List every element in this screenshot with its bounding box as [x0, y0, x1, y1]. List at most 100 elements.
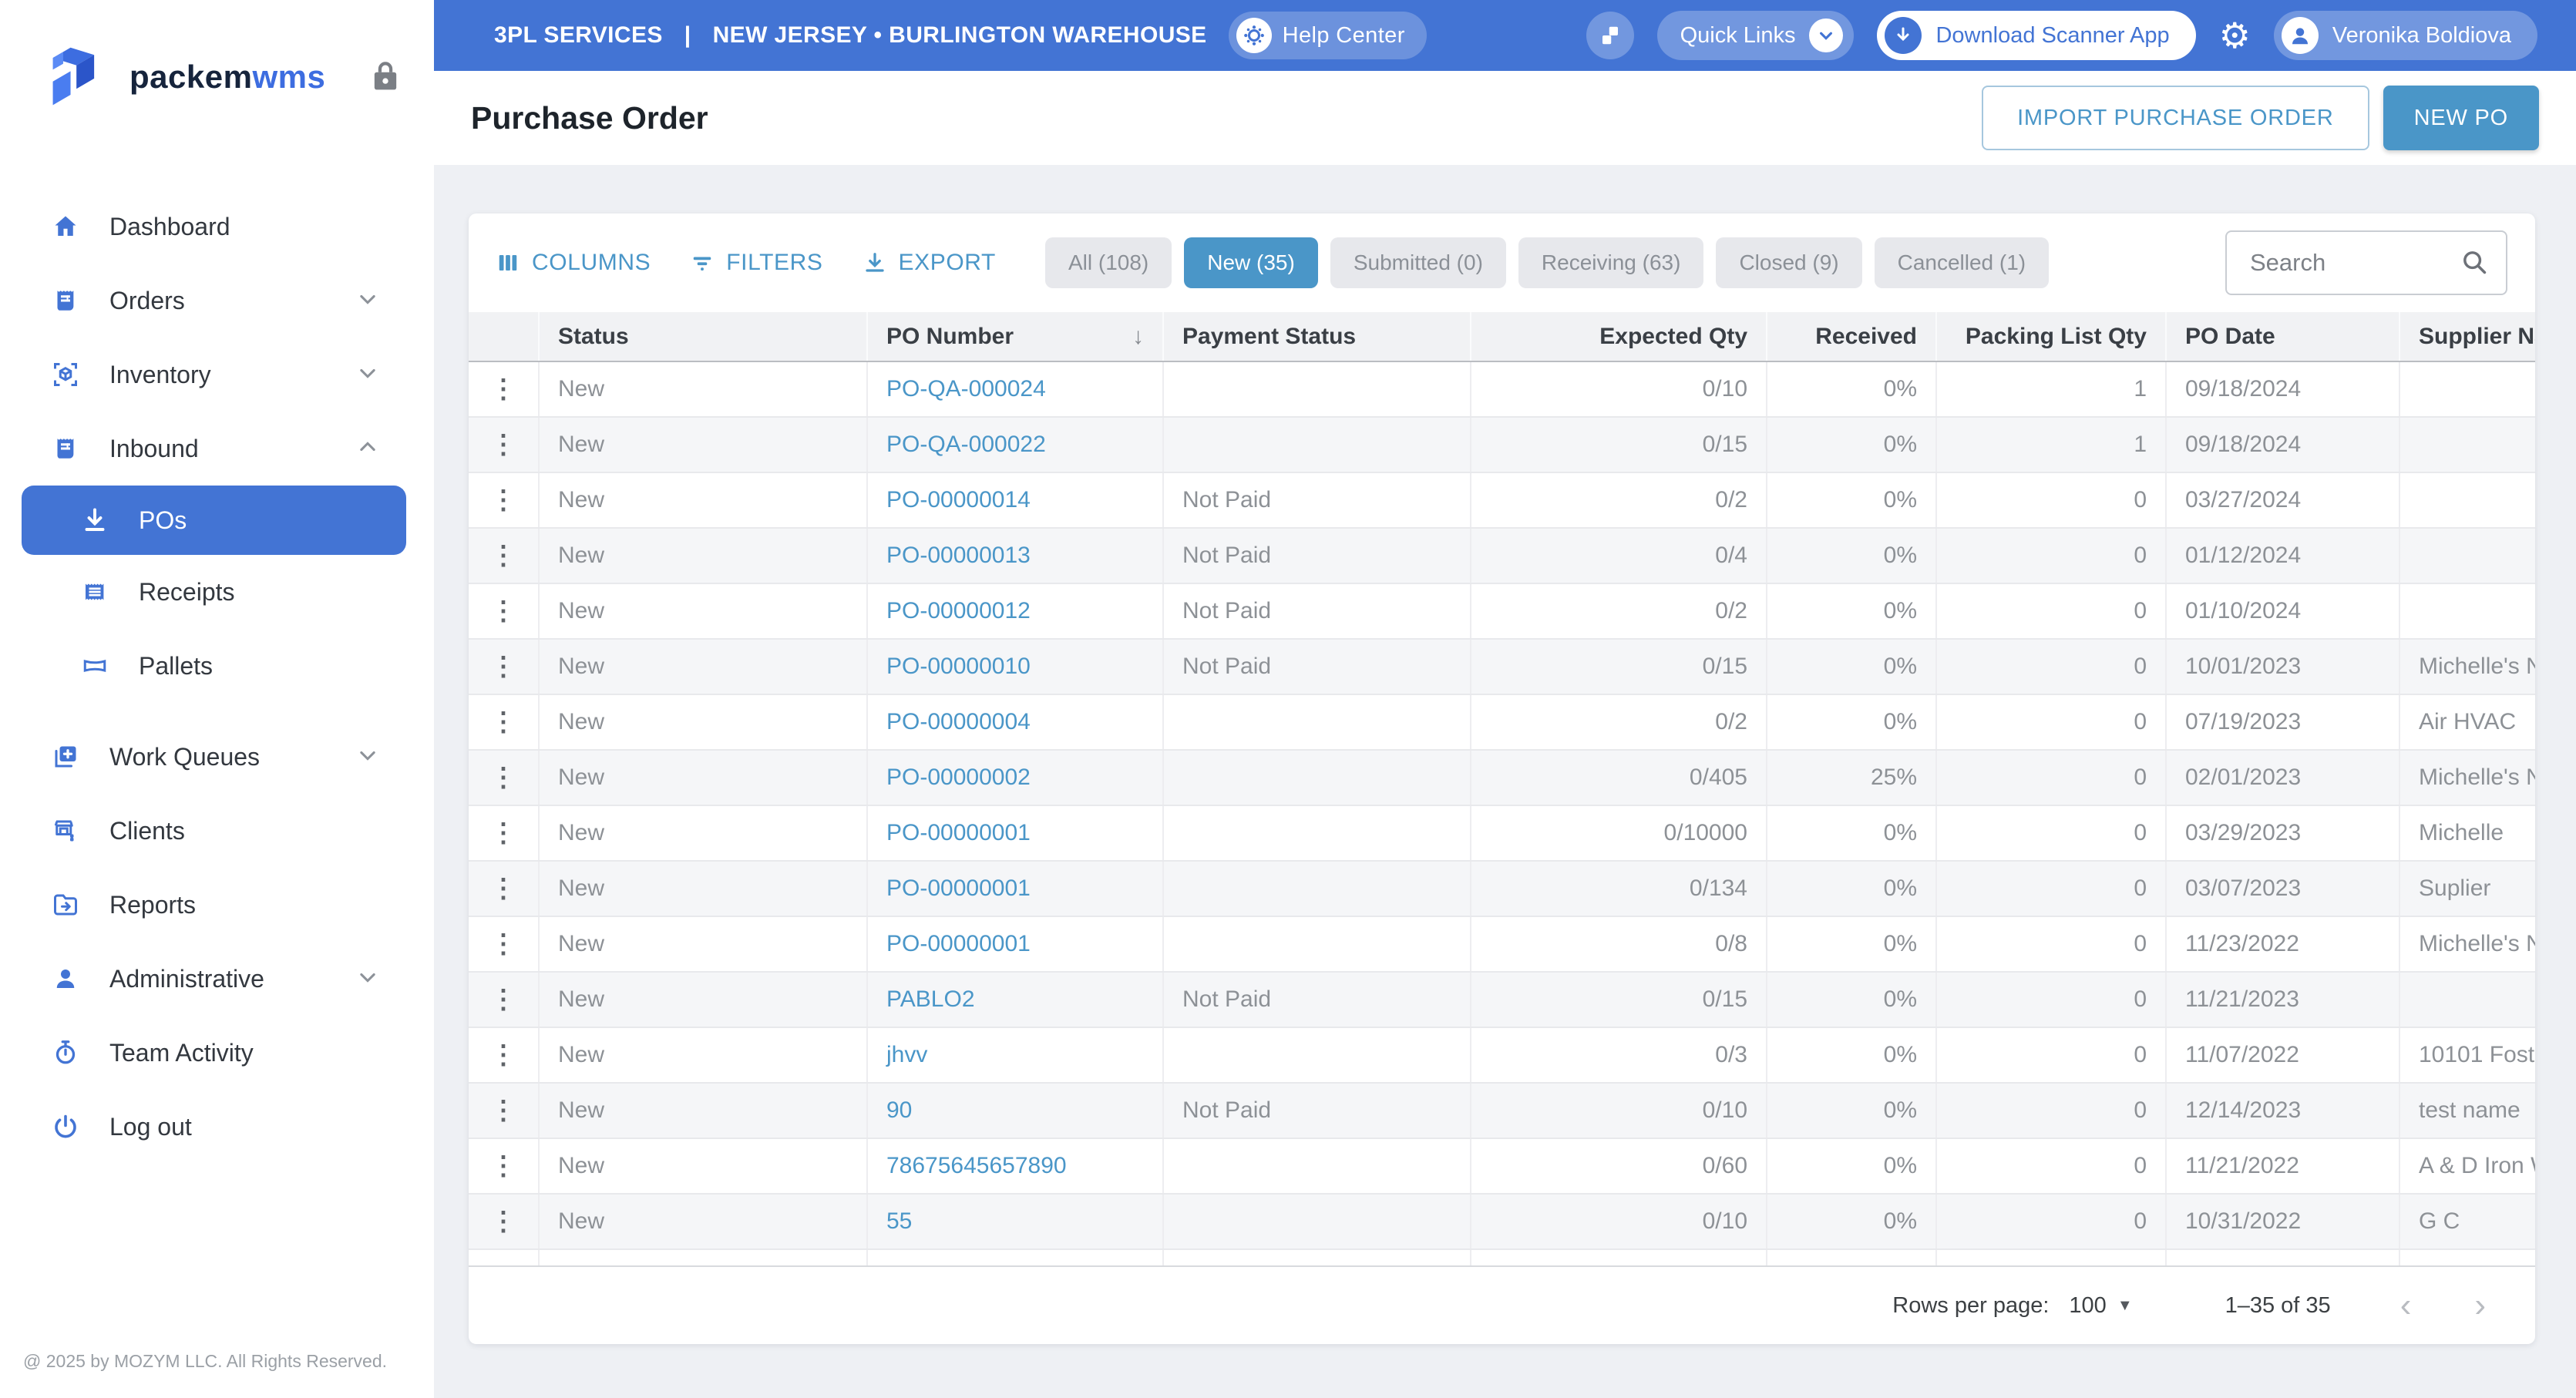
import-purchase-order-button[interactable]: IMPORT PURCHASE ORDER	[1982, 86, 2369, 150]
page-title: Purchase Order	[471, 100, 708, 136]
cell-supplier-name	[2400, 418, 2535, 472]
column-header-po-number[interactable]: PO Number↓	[868, 312, 1164, 361]
row-menu-button[interactable]: ⋮	[469, 418, 540, 472]
po-number-link[interactable]: jhvv	[886, 1042, 927, 1068]
sidebar-item-dashboard[interactable]: Dashboard	[0, 190, 434, 264]
cell-expected-qty: 0/134	[1471, 862, 1767, 916]
row-menu-button[interactable]: ⋮	[469, 695, 540, 749]
logo-row: packemwms	[0, 0, 434, 154]
caret-down-icon: ▼	[2117, 1297, 2133, 1315]
sort-desc-icon[interactable]: ↓	[1117, 324, 1144, 350]
shortcut-button[interactable]	[1586, 12, 1634, 59]
po-number-link[interactable]: PABLO2	[886, 986, 975, 1013]
filters-button[interactable]: FILTERS	[691, 250, 822, 276]
row-menu-button[interactable]: ⋮	[469, 1139, 540, 1193]
cell-received: 0%	[1767, 917, 1937, 971]
po-number-link[interactable]: 90	[886, 1097, 912, 1124]
po-number-link[interactable]: 55	[886, 1208, 912, 1235]
search-icon	[2460, 247, 2489, 281]
columns-button[interactable]: COLUMNS	[496, 250, 651, 276]
row-menu-button[interactable]: ⋮	[469, 1250, 540, 1265]
sidebar-item-work-queues[interactable]: Work Queues	[0, 720, 434, 794]
table-row: ⋮NewPO-QA-0000240/100%109/18/2024	[469, 362, 2535, 418]
column-header-actions[interactable]	[469, 312, 540, 361]
column-header-packing-list-qty[interactable]: Packing List Qty	[1937, 312, 2167, 361]
po-number-link[interactable]: PO-00000010	[886, 654, 1031, 680]
row-menu-button[interactable]: ⋮	[469, 473, 540, 527]
lock-icon[interactable]	[372, 60, 399, 95]
po-number-link[interactable]: PO-00000014	[886, 487, 1031, 513]
user-menu[interactable]: Veronika Boldiova	[2274, 11, 2537, 60]
cell-supplier-name: Michelle's New Jersey	[2400, 640, 2535, 694]
filter-chip-receiving[interactable]: Receiving (63)	[1518, 237, 1704, 288]
sidebar-item-inventory[interactable]: Inventory	[0, 338, 434, 412]
filter-chip-submitted[interactable]: Submitted (0)	[1330, 237, 1506, 288]
column-header-payment-status[interactable]: Payment Status	[1164, 312, 1471, 361]
rows-per-page-label: Rows per page:	[1892, 1293, 2049, 1319]
cell-po-date: 09/18/2024	[2167, 418, 2400, 472]
columns-icon	[496, 251, 520, 274]
po-number-link[interactable]: PO-00000012	[886, 598, 1031, 624]
sidebar-item-inbound[interactable]: Inbound	[0, 412, 434, 486]
copyright-text: @ 2025 by MOZYM LLC. All Rights Reserved…	[23, 1351, 387, 1372]
sidebar-item-log-out[interactable]: Log out	[0, 1090, 434, 1164]
row-menu-button[interactable]: ⋮	[469, 1084, 540, 1138]
help-center-button[interactable]: Help Center	[1229, 12, 1427, 59]
row-menu-button[interactable]: ⋮	[469, 584, 540, 638]
column-header-received[interactable]: Received	[1767, 312, 1937, 361]
sidebar-item-clients[interactable]: Clients	[0, 794, 434, 868]
row-menu-button[interactable]: ⋮	[469, 1195, 540, 1248]
po-number-link[interactable]: 78675645657890	[886, 1153, 1067, 1179]
sidebar-item-team-activity[interactable]: Team Activity	[0, 1016, 434, 1090]
row-menu-button[interactable]: ⋮	[469, 751, 540, 805]
cell-expected-qty: 0/2	[1471, 695, 1767, 749]
po-number-link[interactable]: PO-00000004	[886, 709, 1031, 735]
filter-chip-new[interactable]: New (35)	[1184, 237, 1318, 288]
row-menu-button[interactable]: ⋮	[469, 1028, 540, 1082]
rows-per-page-select[interactable]: 100 ▼	[2069, 1293, 2132, 1319]
sidebar-item-receipts[interactable]: Receipts	[0, 555, 434, 629]
next-page-button[interactable]: ›	[2474, 1289, 2486, 1322]
sidebar-item-administrative[interactable]: Administrative	[0, 942, 434, 1016]
row-menu-button[interactable]: ⋮	[469, 806, 540, 860]
row-menu-button[interactable]: ⋮	[469, 862, 540, 916]
export-download-icon	[863, 251, 886, 274]
filter-chip-cancelled[interactable]: Cancelled (1)	[1875, 237, 2050, 288]
po-number-link[interactable]: PO-QA-000022	[886, 432, 1046, 458]
po-number-link[interactable]: PO-00000001	[886, 931, 1031, 957]
row-menu-button[interactable]: ⋮	[469, 917, 540, 971]
row-menu-button[interactable]: ⋮	[469, 529, 540, 583]
cell-received: 0%	[1767, 1139, 1937, 1193]
column-header-status[interactable]: Status	[540, 312, 868, 361]
row-menu-button[interactable]: ⋮	[469, 973, 540, 1027]
po-number-link[interactable]: PO-QA-000024	[886, 376, 1046, 402]
po-number-link[interactable]: 4601469	[886, 1264, 977, 1265]
filter-chip-closed[interactable]: Closed (9)	[1716, 237, 1861, 288]
row-menu-button[interactable]: ⋮	[469, 362, 540, 416]
sidebar-item-orders[interactable]: Orders	[0, 264, 434, 338]
sidebar-item-reports[interactable]: Reports	[0, 868, 434, 942]
inventory-icon	[48, 361, 83, 388]
column-header-po-date[interactable]: PO Date	[2167, 312, 2400, 361]
po-number-link[interactable]: PO-00000001	[886, 875, 1031, 902]
cell-received: 0%	[1767, 1250, 1937, 1265]
row-menu-button[interactable]: ⋮	[469, 640, 540, 694]
cell-expected-qty: 0/60	[1471, 1139, 1767, 1193]
cell-status: New	[540, 862, 868, 916]
column-header-expected-qty[interactable]: Expected Qty	[1471, 312, 1767, 361]
download-scanner-button[interactable]: Download Scanner App	[1877, 11, 2195, 60]
po-number-link[interactable]: PO-00000013	[886, 543, 1031, 569]
filter-chip-all[interactable]: All (108)	[1045, 237, 1172, 288]
table-row: ⋮NewPO-QA-0000220/150%109/18/2024	[469, 418, 2535, 473]
po-number-link[interactable]: PO-00000001	[886, 820, 1031, 846]
purchase-order-card: COLUMNS FILTERS EXPORT All (108)New (35)…	[469, 213, 2535, 1344]
po-number-link[interactable]: PO-00000002	[886, 765, 1031, 791]
export-button[interactable]: EXPORT	[863, 250, 996, 276]
gear-icon[interactable]: ⚙	[2219, 18, 2251, 53]
column-header-supplier-name[interactable]: Supplier Name	[2400, 312, 2535, 361]
quick-links-dropdown[interactable]: Quick Links	[1657, 11, 1855, 60]
sidebar-item-pos[interactable]: POs	[22, 486, 406, 555]
new-po-button[interactable]: NEW PO	[2383, 86, 2539, 150]
prev-page-button[interactable]: ‹	[2400, 1289, 2412, 1322]
sidebar-item-pallets[interactable]: Pallets	[0, 629, 434, 703]
